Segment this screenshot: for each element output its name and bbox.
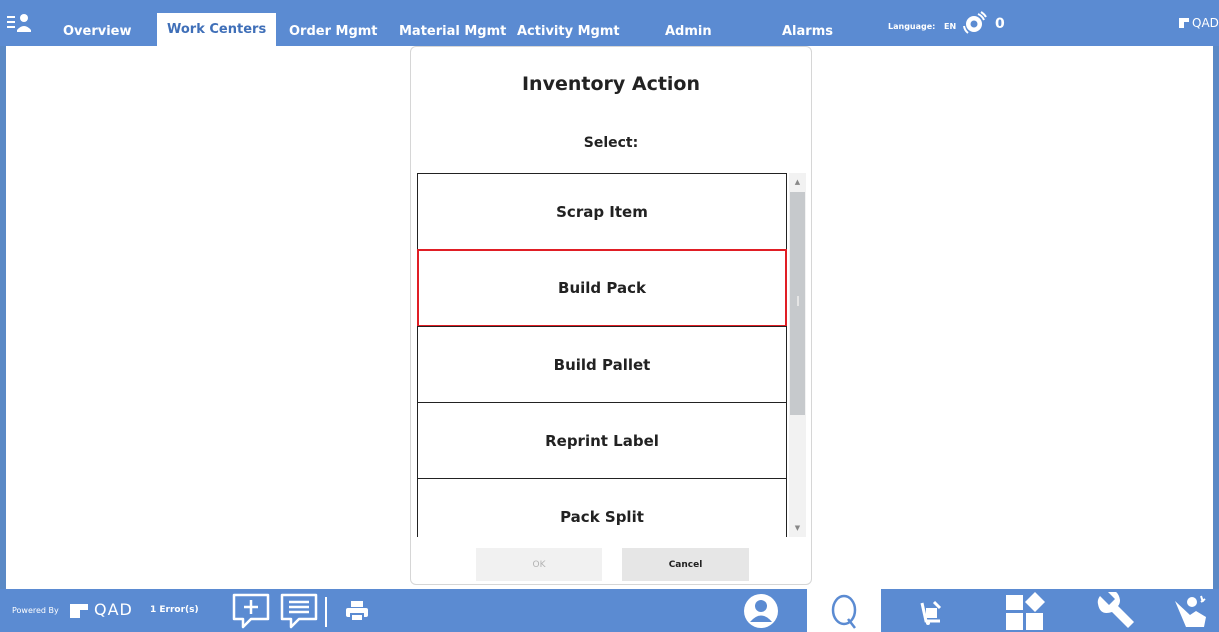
list-item-reprint-label[interactable]: Reprint Label	[417, 402, 787, 479]
inventory-action-dialog: Inventory Action Select: Scrap Item Buil…	[410, 46, 812, 585]
language-label: Language:	[888, 22, 936, 31]
toolbar-divider	[325, 597, 327, 627]
tab-work-centers[interactable]: Work Centers	[157, 13, 277, 46]
cart-icon[interactable]	[918, 599, 944, 625]
message-icon[interactable]	[279, 593, 319, 629]
ok-button[interactable]: OK	[476, 548, 602, 581]
tab-activity-mgmt[interactable]: Activity Mgmt	[517, 17, 620, 46]
top-nav-bar: Overview Work Centers Order Mgmt Materia…	[0, 0, 1219, 46]
brand-logo: QAD	[1178, 16, 1219, 30]
list-scrollbar[interactable]: ▲ ▼	[789, 173, 806, 537]
tab-order-mgmt[interactable]: Order Mgmt	[289, 17, 378, 46]
menu-icon[interactable]	[6, 10, 34, 38]
scroll-up-arrow-icon[interactable]: ▲	[789, 175, 806, 189]
qad-logo-icon	[1179, 18, 1189, 28]
dialog-title: Inventory Action	[521, 73, 701, 95]
scroll-thumb[interactable]	[790, 192, 805, 415]
alarm-count: 0	[995, 16, 1005, 32]
tab-alarms[interactable]: Alarms	[782, 17, 833, 46]
action-list[interactable]: Scrap Item Build Pack Build Pallet Repri…	[417, 173, 806, 537]
tab-overview[interactable]: Overview	[63, 17, 132, 46]
dialog-subtitle: Select:	[583, 135, 639, 151]
user-icon[interactable]	[740, 591, 782, 631]
alarm-broadcast-icon[interactable]	[961, 11, 987, 37]
scroll-down-arrow-icon[interactable]: ▼	[789, 521, 806, 535]
print-icon[interactable]	[345, 600, 369, 622]
bottom-toolbar: Powered By QAD 1 Error(s)	[0, 589, 1219, 632]
search-q-button[interactable]	[807, 589, 881, 632]
list-item-build-pallet[interactable]: Build Pallet	[417, 326, 787, 403]
wrench-icon[interactable]	[1094, 592, 1138, 630]
tab-material-mgmt[interactable]: Material Mgmt	[399, 17, 506, 46]
brand-name: QAD	[1192, 16, 1219, 30]
operator-icon[interactable]	[1172, 593, 1208, 629]
footer-brand-name: QAD	[94, 600, 133, 619]
list-item-pack-split[interactable]: Pack Split	[417, 478, 787, 537]
add-comment-icon[interactable]	[231, 593, 271, 629]
list-item-build-pack[interactable]: Build Pack	[417, 249, 787, 327]
scroll-grip-icon	[797, 296, 799, 306]
qad-logo-icon	[70, 603, 88, 618]
layout-icon[interactable]	[1005, 591, 1047, 631]
powered-by-label: Powered By	[12, 606, 59, 615]
tab-admin[interactable]: Admin	[665, 17, 712, 46]
language-selector[interactable]: EN	[944, 22, 956, 31]
error-count[interactable]: 1 Error(s)	[150, 605, 199, 615]
list-item-scrap-item[interactable]: Scrap Item	[417, 173, 787, 250]
cancel-button[interactable]: Cancel	[622, 548, 749, 581]
search-q-icon	[831, 594, 857, 629]
footer-brand-logo: QAD	[69, 600, 133, 619]
